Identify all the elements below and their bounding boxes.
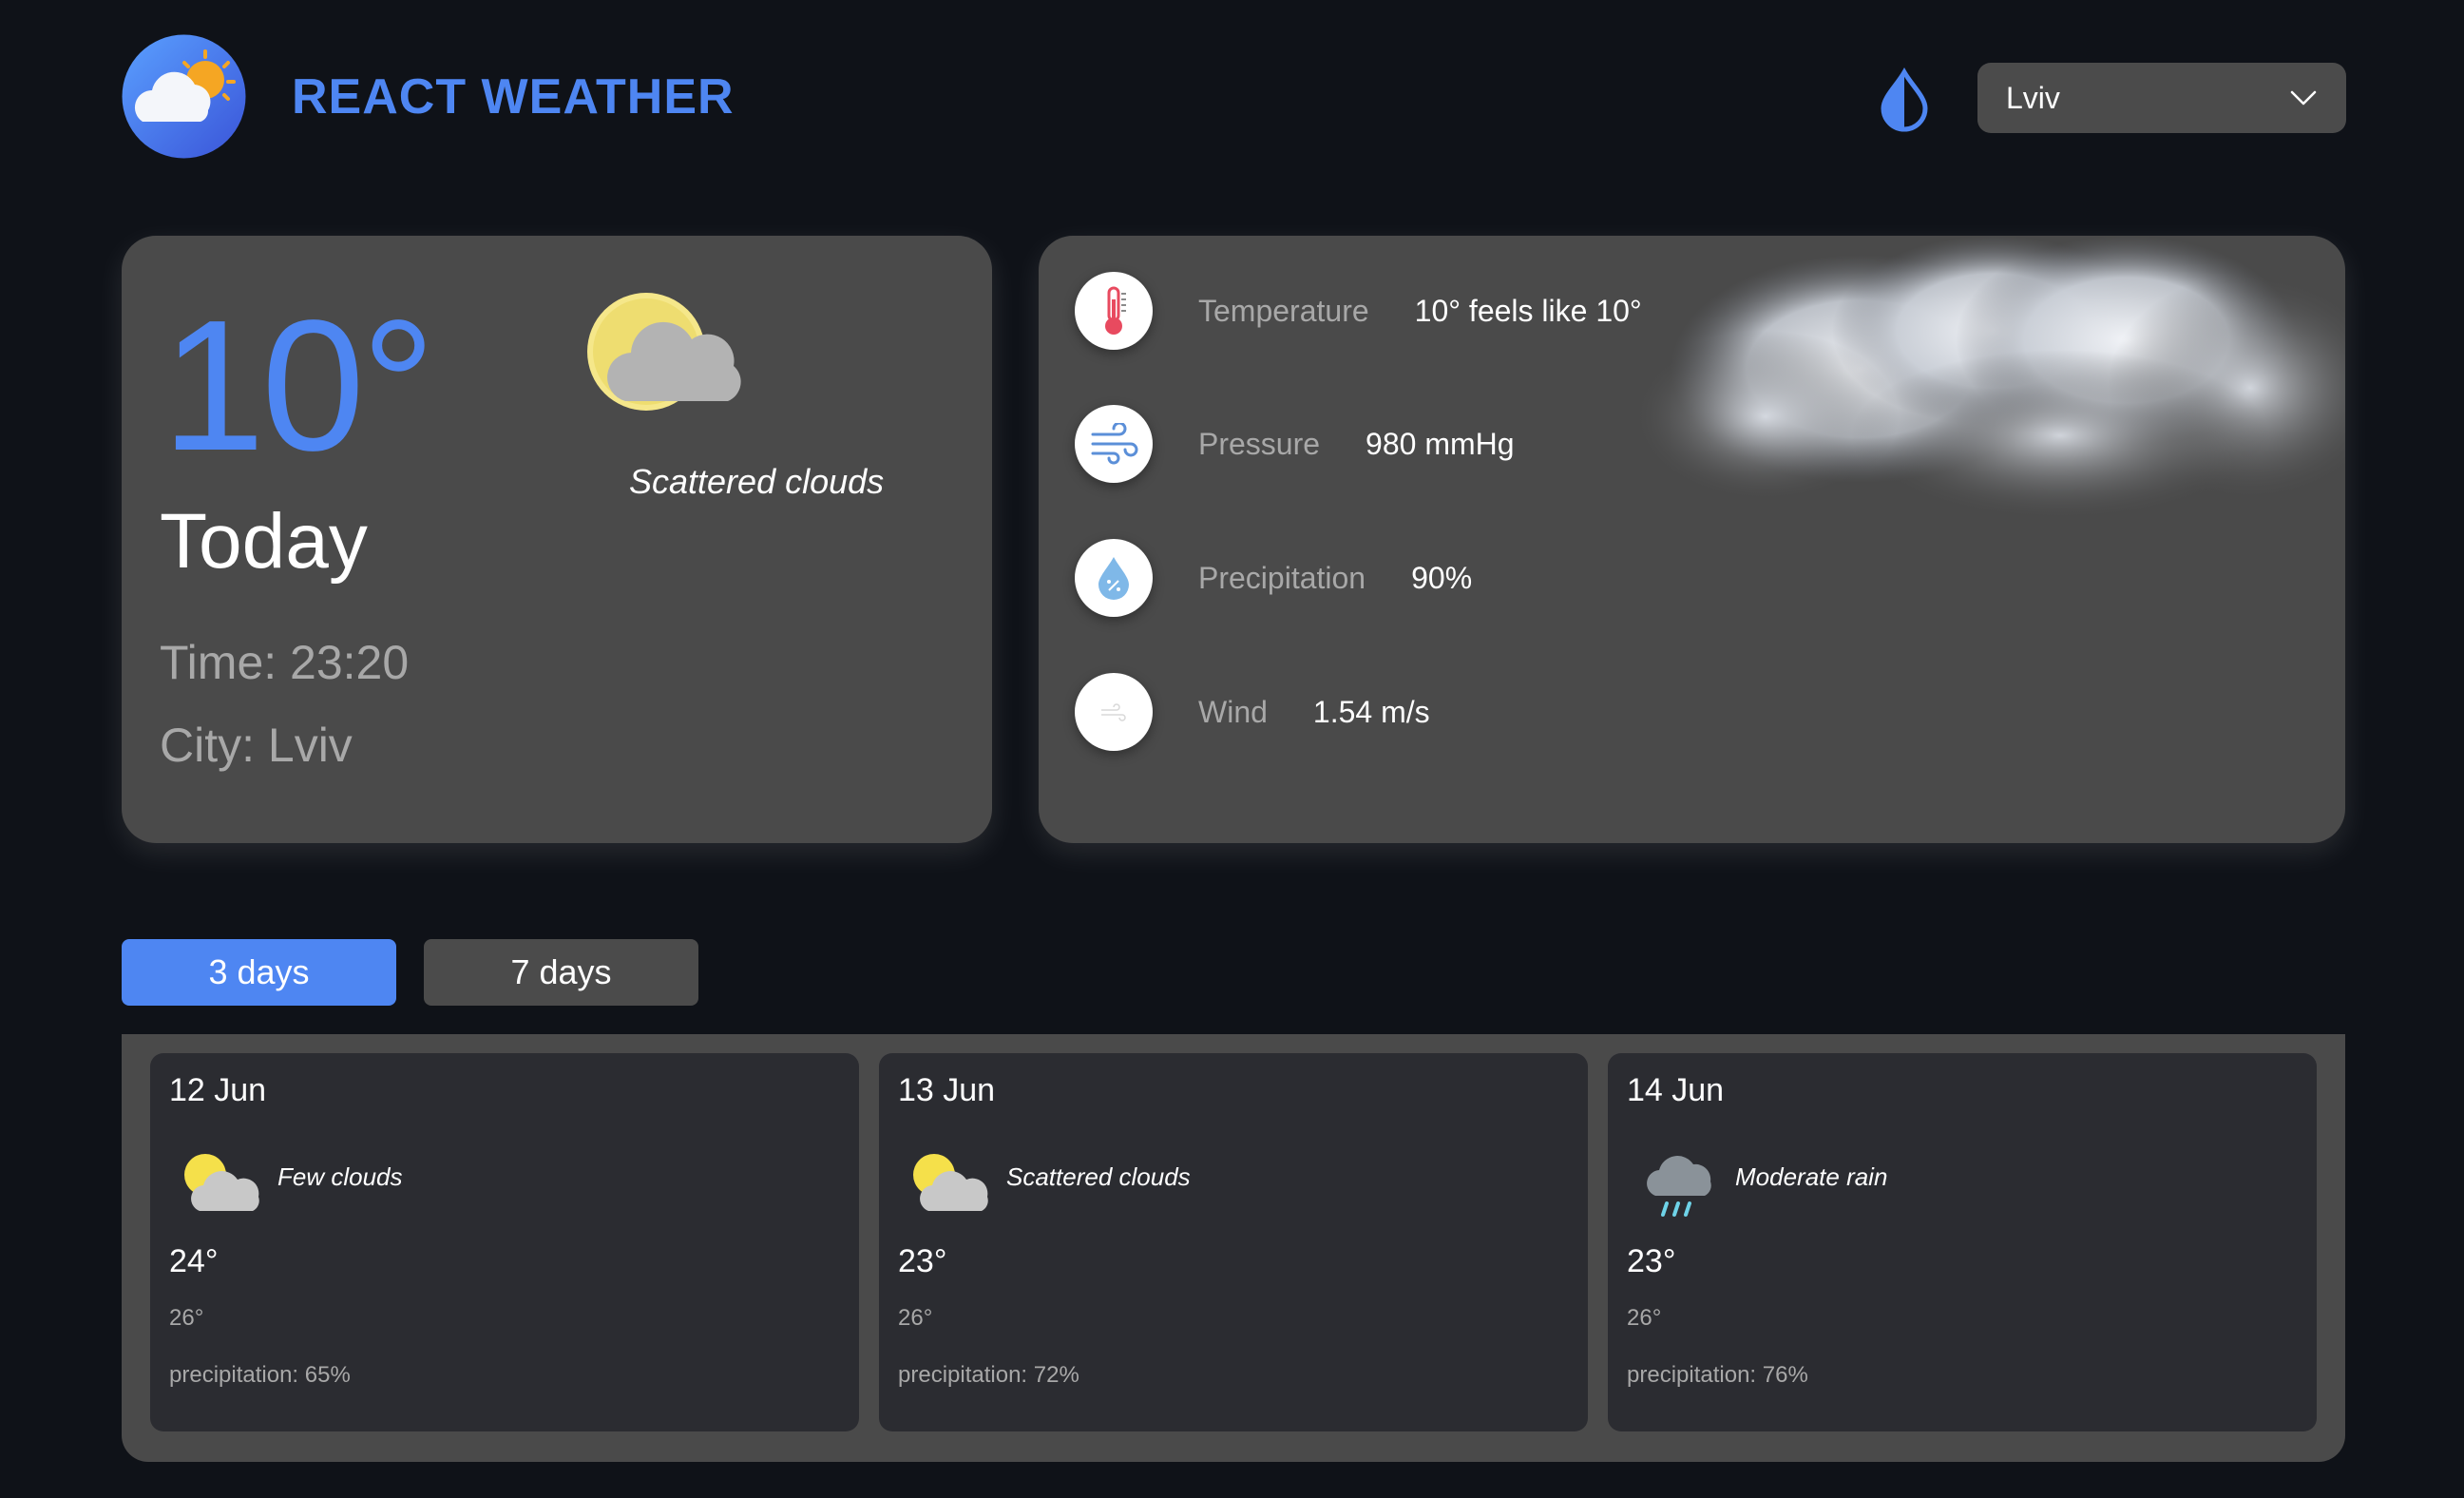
forecast-max-temperature: 26° (169, 1305, 204, 1331)
detail-row-precipitation: Precipitation 90% (1075, 539, 1472, 617)
app-title: REACT WEATHER (292, 69, 735, 125)
theme-toggle-drop-icon[interactable] (1870, 65, 1939, 133)
current-description: Scattered clouds (629, 462, 885, 501)
today-card: 10° Today Time: 23:20 City: Lviv Scatter… (122, 236, 992, 843)
detail-value: 90% (1411, 560, 1473, 595)
detail-value: 980 mmHg (1366, 426, 1515, 461)
forecast-date: 13 Jun (898, 1072, 996, 1108)
detail-value: 1.54 m/s (1312, 694, 1430, 729)
detail-label: Precipitation (1198, 560, 1366, 595)
cloud-background-image (1633, 236, 2345, 521)
forecast-day-card: 13 Jun Scattered clouds 23° 26° precipit… (879, 1053, 1588, 1431)
forecast-temperature: 23° (898, 1243, 947, 1279)
rain-cloud-icon (1647, 1156, 1711, 1217)
forecast-description: Few clouds (277, 1162, 403, 1191)
forecast-day-card: 12 Jun Few clouds 24° 26° precipitation:… (150, 1053, 859, 1431)
chevron-down-icon (2290, 90, 2317, 106)
current-time: Time: 23:20 (160, 636, 410, 689)
current-temperature: 10° (162, 281, 435, 490)
partly-cloudy-icon (913, 1154, 988, 1211)
city-select-value: Lviv (2006, 80, 2060, 115)
thermometer-icon (1075, 272, 1153, 350)
tab-7-days[interactable]: 7 days (424, 939, 698, 1006)
partly-cloudy-icon (184, 1154, 259, 1211)
detail-value: 10° feels like 10° (1414, 293, 1642, 328)
wind-pressure-icon (1075, 405, 1153, 483)
forecast-precipitation: precipitation: 72% (898, 1362, 1079, 1388)
today-label: Today (160, 498, 368, 585)
details-card: Temperature 10° feels like 10° Pressure … (1039, 236, 2345, 843)
detail-row-pressure: Pressure 980 mmHg (1075, 405, 1515, 483)
forecast-panel: 12 Jun Few clouds 24° 26° precipitation:… (122, 1034, 2345, 1462)
header: REACT WEATHER Lviv (122, 34, 2346, 163)
forecast-date: 14 Jun (1627, 1072, 1725, 1108)
wind-icon (1075, 673, 1153, 751)
forecast-description: Moderate rain (1735, 1162, 1888, 1191)
tab-3-days[interactable]: 3 days (122, 939, 396, 1006)
water-drop-icon (1075, 539, 1153, 617)
city-select[interactable]: Lviv (1977, 63, 2346, 133)
forecast-temperature: 23° (1627, 1243, 1676, 1279)
current-city: City: Lviv (160, 719, 353, 772)
forecast-day-card: 14 Jun Moderate rain 23° 26° precipitati… (1608, 1053, 2317, 1431)
app-logo-icon (122, 34, 246, 159)
forecast-precipitation: precipitation: 76% (1627, 1362, 1808, 1388)
forecast-description: Scattered clouds (1006, 1162, 1191, 1191)
detail-label: Pressure (1198, 426, 1321, 461)
detail-label: Temperature (1198, 293, 1369, 328)
forecast-date: 12 Jun (169, 1072, 267, 1108)
detail-label: Wind (1198, 694, 1268, 729)
forecast-precipitation: precipitation: 65% (169, 1362, 351, 1388)
forecast-max-temperature: 26° (898, 1305, 933, 1331)
forecast-temperature: 24° (169, 1243, 219, 1279)
forecast-max-temperature: 26° (1627, 1305, 1662, 1331)
detail-row-temperature: Temperature 10° feels like 10° (1075, 272, 1642, 350)
detail-row-wind: Wind 1.54 m/s (1075, 673, 1430, 751)
scattered-clouds-icon (587, 293, 741, 411)
